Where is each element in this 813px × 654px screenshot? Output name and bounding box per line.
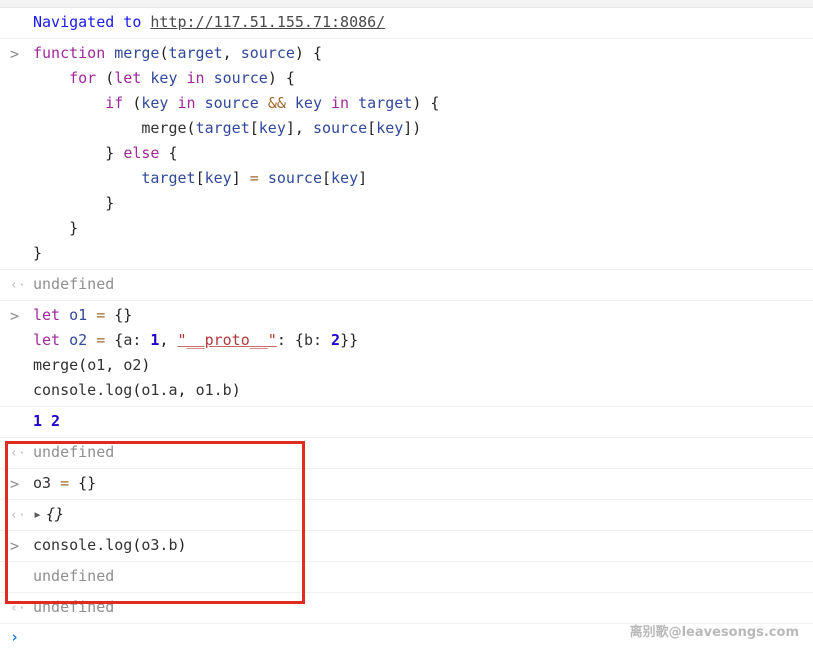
watermark: 离别歌@leavesongs.com bbox=[629, 625, 799, 640]
panel-top-edge bbox=[0, 0, 813, 8]
merge-function-source: function merge(target, source) { for (le… bbox=[33, 44, 440, 262]
devtools-console-panel: Navigated to http://117.51.155.71:8086/ … bbox=[0, 0, 813, 652]
console-log-output: undefined bbox=[33, 567, 115, 585]
object-preview[interactable]: ▸{} bbox=[33, 502, 813, 527]
output-marker-icon: ‹· bbox=[10, 278, 26, 293]
console-entry-log-o3b[interactable]: > console.log(o3.b) bbox=[0, 531, 813, 562]
console-entry-o3-assign[interactable]: > o3 = {} bbox=[0, 469, 813, 500]
output-marker-icon: ‹· bbox=[10, 601, 26, 616]
console-entry-proto-result: ‹· undefined bbox=[0, 438, 813, 469]
disclosure-triangle-icon[interactable]: ▸ bbox=[33, 502, 42, 527]
output-marker-icon: ‹· bbox=[10, 446, 26, 461]
navigation-message: Navigated to http://117.51.155.71:8086/ bbox=[33, 10, 813, 35]
console-entry-merge-result: ‹· undefined bbox=[0, 270, 813, 301]
navigation-url-link[interactable]: http://117.51.155.71:8086/ bbox=[150, 13, 385, 31]
prompt-caret-icon: › bbox=[10, 628, 20, 646]
log-o3b-source: console.log(o3.b) bbox=[33, 536, 187, 554]
console-entry-o3-result[interactable]: ‹· ▸{} bbox=[0, 500, 813, 531]
proto-pollution-source: let o1 = {} let o2 = {a: 1, "__proto__":… bbox=[33, 306, 359, 399]
o3-assign-source: o3 = {} bbox=[33, 474, 97, 492]
output-marker-icon: ‹· bbox=[10, 508, 26, 523]
result-value: undefined bbox=[33, 598, 115, 616]
input-marker-icon: > bbox=[10, 307, 20, 325]
input-marker-icon: > bbox=[10, 537, 20, 555]
input-marker-icon: > bbox=[10, 475, 20, 493]
result-value: undefined bbox=[33, 443, 115, 461]
console-entry-log-o3b-result: ‹· undefined bbox=[0, 593, 813, 624]
navigation-label: Navigated to bbox=[33, 13, 142, 31]
console-entry-log-1-2: 1 2 bbox=[0, 407, 813, 438]
input-marker-icon: > bbox=[10, 45, 20, 63]
console-entry-navigation: Navigated to http://117.51.155.71:8086/ bbox=[0, 8, 813, 39]
console-entry-merge-function[interactable]: > function merge(target, source) { for (… bbox=[0, 39, 813, 270]
console-entry-log-o3b-log: undefined bbox=[0, 562, 813, 593]
object-preview-value: {} bbox=[46, 505, 65, 523]
console-log-output: 1 2 bbox=[33, 412, 61, 430]
console-entry-proto-pollution[interactable]: > let o1 = {} let o2 = {a: 1, "__proto__… bbox=[0, 301, 813, 407]
result-value: undefined bbox=[33, 275, 115, 293]
